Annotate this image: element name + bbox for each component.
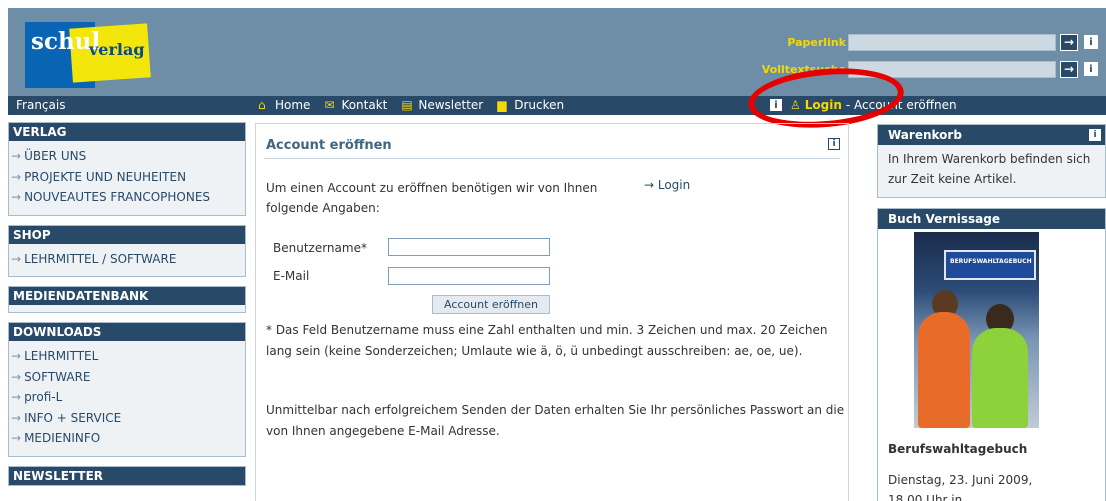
sidebar-item-label: SOFTWARE	[24, 369, 91, 384]
sidebar-item-dl-lehrmittel[interactable]: → LEHRMITTEL	[11, 349, 245, 370]
arrow-icon: →	[11, 369, 22, 384]
arrow-icon: →	[11, 251, 22, 266]
nav-newsletter-label: Newsletter	[418, 98, 484, 112]
arrow-icon: →	[11, 431, 22, 445]
sidebar-item-label: NOUVEAUTES FRANCOPHONES	[24, 190, 211, 204]
page-title: Account eröffnen	[266, 138, 392, 153]
sidebar-item-ueber-uns[interactable]: → ÜBER UNS	[11, 149, 245, 170]
logo-verlag-text: verlag	[89, 40, 145, 59]
photo-sign: BERUFSWAHLTAGEBUCH	[944, 250, 1036, 280]
paperlink-search: Paperlink → i	[787, 33, 1098, 51]
sidebar-item-label: profi-L	[24, 390, 63, 404]
shop-box: SHOP → LEHRMITTEL / SOFTWARE	[8, 224, 246, 277]
nav-home[interactable]: ⌂ Home	[258, 98, 310, 112]
sidebar-item-dl-profil[interactable]: → profi-L	[11, 390, 245, 411]
event-date-line2: 18.00 Uhr in	[888, 493, 963, 501]
main-login-link[interactable]: → Login	[644, 178, 690, 192]
nav-kontakt[interactable]: ✉ Kontakt	[324, 98, 387, 112]
sidebar-item-dl-medieninfo[interactable]: → MEDIENINFO	[11, 431, 245, 452]
sidebar-item-label: ÜBER UNS	[24, 149, 87, 163]
language-link[interactable]: Français	[16, 98, 65, 112]
intro-text: Um einen Account zu eröffnen benötigen w…	[266, 181, 598, 215]
main-content: Account eröffnen i Um einen Account zu e…	[255, 123, 849, 501]
arrow-icon: →	[11, 349, 22, 363]
nav-drucken[interactable]: ▆ Drucken	[497, 98, 564, 112]
sidebar-item-label: LEHRMITTEL	[24, 349, 99, 363]
event-date-line1: Dienstag, 23. Juni 2009,	[888, 473, 1033, 487]
verlag-box: VERLAG → ÜBER UNS → PROJEKTE UND NEUHEITEN…	[8, 122, 246, 216]
verlag-heading: VERLAG	[9, 123, 245, 141]
sidebar-item-projekte[interactable]: → PROJEKTE UND NEUHEITEN	[11, 170, 245, 191]
sidebar-item-dl-software[interactable]: → SOFTWARE	[11, 370, 245, 391]
sidebar-item-label: LEHRMITTEL / SOFTWARE	[24, 251, 177, 266]
photo-person2	[972, 328, 1028, 428]
envelope-icon: ✉	[324, 97, 335, 112]
shop-items: → LEHRMITTEL / SOFTWARE	[9, 244, 245, 277]
fulltext-go-button[interactable]: →	[1060, 60, 1078, 78]
paperlink-input[interactable]	[848, 33, 1056, 51]
nav-home-label: Home	[275, 98, 311, 112]
arrow-icon: →	[11, 390, 22, 404]
paperlink-label: Paperlink	[787, 35, 846, 49]
nav-kontakt-label: Kontakt	[341, 98, 388, 112]
nav-drucken-label: Drucken	[514, 98, 565, 112]
arrow-icon: →	[11, 410, 22, 425]
downloads-heading: DOWNLOADS	[9, 323, 245, 341]
arrow-icon: →	[11, 169, 22, 184]
home-icon: ⌂	[258, 97, 266, 112]
site-header: schul verlag Paperlink → i Volltextsuche…	[8, 8, 1106, 96]
printer-icon: ▆	[497, 97, 507, 112]
mediendatenbank-heading[interactable]: MEDIENDATENBANK	[9, 287, 245, 305]
cart-info-icon[interactable]: i	[1089, 129, 1101, 141]
username-input[interactable]	[388, 238, 550, 256]
sidebar-item-dl-info-service[interactable]: → INFO + SERVICE	[11, 411, 245, 432]
sidebar-item-label: INFO + SERVICE	[24, 410, 122, 425]
arrow-icon: →	[11, 190, 22, 204]
right-sidebar: Warenkorb i In Ihrem Warenkorb befinden …	[877, 124, 1106, 501]
top-navbar: Français ⌂ Home ✉ Kontakt ▤ Newsletter ▆ Dru…	[8, 96, 1106, 115]
paperlink-go-button[interactable]: →	[1060, 33, 1078, 51]
event-book-title: Berufswahltagebuch	[888, 442, 1028, 456]
left-sidebar: VERLAG → ÜBER UNS → PROJEKTE UND NEUHEITEN…	[8, 122, 246, 495]
shop-heading: SHOP	[9, 225, 245, 244]
username-requirements-note: * Das Feld Benutzername muss eine Zahl e…	[266, 323, 828, 358]
verlag-items: → ÜBER UNS → PROJEKTE UND NEUHEITEN → NOUVE…	[9, 141, 245, 215]
schulverlag-logo[interactable]: schul verlag	[25, 22, 151, 88]
nav-links: ⌂ Home ✉ Kontakt ▤ Newsletter ▆ Drucken	[258, 98, 578, 112]
downloads-items: → LEHRMITTEL → SOFTWARE → profi-L → INFO + S…	[9, 341, 245, 456]
newsletter-box: NEWSLETTER	[8, 465, 246, 486]
email-input[interactable]	[388, 267, 550, 285]
event-photo[interactable]: BERUFSWAHLTAGEBUCH	[914, 232, 1039, 428]
main-info-icon[interactable]: i	[828, 138, 840, 150]
event-date: Dienstag, 23. Juni 2009, 18.00 Uhr in	[888, 470, 1105, 501]
cart-box: Warenkorb i In Ihrem Warenkorb befinden …	[877, 124, 1106, 198]
password-info-note: Unmittelbar nach erfolgreichem Senden de…	[266, 403, 845, 438]
photo-person1	[918, 312, 970, 428]
downloads-box: DOWNLOADS → LEHRMITTEL → SOFTWARE → profi-L…	[8, 322, 246, 457]
photo-sign-text: BERUFSWAHLTAGEBUCH	[950, 258, 1032, 265]
paperlink-info-icon[interactable]: i	[1084, 35, 1098, 49]
cart-heading: Warenkorb i	[878, 125, 1105, 145]
cart-title: Warenkorb	[888, 128, 962, 142]
mediendatenbank-box[interactable]: MEDIENDATENBANK	[8, 286, 246, 313]
event-box: Buch Vernissage BERUFSWAHLTAGEBUCH Beruf…	[877, 208, 1106, 501]
newsletter-heading: NEWSLETTER	[9, 466, 245, 485]
nav-newsletter[interactable]: ▤ Newsletter	[401, 98, 483, 112]
arrow-icon: →	[11, 149, 22, 163]
newsletter-icon: ▤	[401, 97, 413, 112]
sidebar-item-nouveautes[interactable]: → NOUVEAUTES FRANCOPHONES	[11, 190, 245, 211]
event-heading: Buch Vernissage	[878, 209, 1105, 229]
sidebar-item-lehrmittel-software[interactable]: → LEHRMITTEL / SOFTWARE	[11, 252, 245, 273]
submit-account-button[interactable]: Account eröffnen	[432, 295, 550, 314]
sidebar-item-label: MEDIENINFO	[24, 431, 101, 445]
email-label: E-Mail	[273, 269, 310, 283]
fulltext-info-icon[interactable]: i	[1084, 62, 1098, 76]
username-label: Benutzername*	[273, 241, 367, 255]
sidebar-item-label: PROJEKTE UND NEUHEITEN	[24, 169, 187, 184]
cart-text: In Ihrem Warenkorb befinden sich zur Zei…	[888, 152, 1091, 186]
title-divider	[264, 158, 840, 159]
